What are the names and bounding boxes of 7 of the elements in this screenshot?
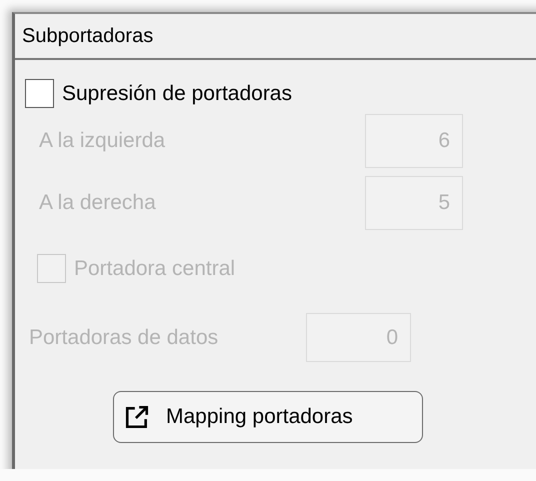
field-label: A la izquierda <box>39 129 166 153</box>
external-link-icon <box>124 404 150 430</box>
field-label: A la derecha <box>39 191 157 215</box>
field-label: Portadoras de datos <box>29 326 220 350</box>
checkbox[interactable]: Supresión de portadoras <box>25 79 536 108</box>
panel-title: Subportadoras <box>22 24 154 48</box>
mapping-button[interactable]: Mapping portadoras <box>113 391 423 443</box>
